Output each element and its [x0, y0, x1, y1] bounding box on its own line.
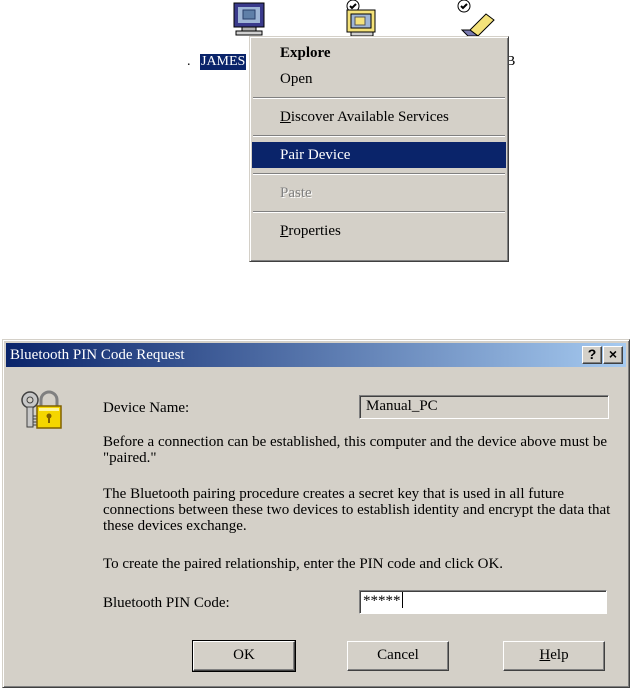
- bluetooth-pin-dialog: Bluetooth PIN Code Request ? × Device Na…: [2, 339, 630, 688]
- help-icon[interactable]: ?: [582, 346, 602, 364]
- context-menu: Explore Open Discover Available Services…: [249, 36, 509, 262]
- lock-keys-icon: [17, 386, 65, 434]
- menu-separator: [253, 135, 505, 137]
- paired-computer-icon[interactable]: [341, 0, 383, 38]
- pairing-instruction-text: To create the paired relationship, enter…: [103, 556, 504, 572]
- menu-item-pair-device[interactable]: Pair Device: [252, 142, 506, 168]
- menu-separator: [253, 211, 505, 213]
- menu-item-label: Open: [280, 71, 313, 87]
- help-button-accelerator: H: [539, 647, 551, 663]
- help-button[interactable]: Help: [503, 641, 605, 671]
- menu-item-properties[interactable]: Properties: [252, 218, 506, 244]
- menu-item-accelerator: D: [280, 109, 291, 125]
- pairing-intro-text: Before a connection can be established, …: [103, 434, 607, 466]
- menu-item-paste: Paste: [252, 180, 506, 206]
- menu-item-label: roperties: [288, 223, 341, 239]
- menu-item-label: Explore: [280, 45, 331, 61]
- device-name-label: Device Name:: [103, 400, 190, 416]
- menu-item-label: Paste: [280, 185, 312, 201]
- pin-code-value: *****: [363, 593, 401, 609]
- help-button-label: elp: [550, 647, 569, 663]
- menu-item-label: Pair Device: [280, 147, 351, 163]
- pairing-description-text: The Bluetooth pairing procedure creates …: [103, 486, 611, 534]
- dialog-title: Bluetooth PIN Code Request: [10, 347, 185, 363]
- dialog-titlebar[interactable]: Bluetooth PIN Code Request ? ×: [6, 343, 626, 367]
- pin-code-input[interactable]: *****: [359, 590, 607, 614]
- desktop-label-dot: .: [187, 54, 191, 69]
- menu-item-label: iscover Available Services: [290, 109, 449, 125]
- pin-code-label: Bluetooth PIN Code:: [103, 595, 230, 611]
- menu-separator: [253, 173, 505, 175]
- computer-icon[interactable]: [230, 0, 272, 38]
- menu-separator: [253, 97, 505, 99]
- text-caret: [401, 592, 403, 608]
- device-name-value: Manual_PC: [359, 395, 609, 419]
- close-icon[interactable]: ×: [603, 346, 623, 364]
- desktop-label-selected[interactable]: JAMES: [198, 53, 248, 71]
- cancel-button[interactable]: Cancel: [347, 641, 449, 671]
- paired-device-icon[interactable]: [456, 0, 498, 38]
- ok-button[interactable]: OK: [192, 640, 296, 672]
- menu-item-explore[interactable]: Explore: [252, 40, 506, 66]
- menu-item-open[interactable]: Open: [252, 66, 506, 92]
- menu-item-discover-services[interactable]: Discover Available Services: [252, 104, 506, 130]
